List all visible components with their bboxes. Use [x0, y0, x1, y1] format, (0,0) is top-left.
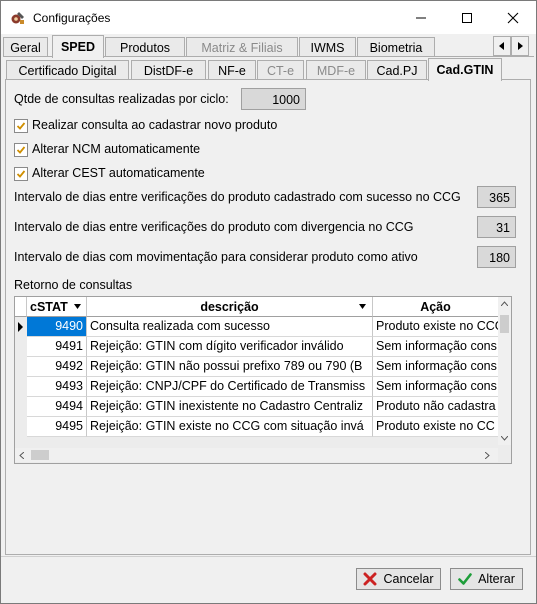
ok-button[interactable]: Alterar — [450, 568, 523, 590]
cell-acao[interactable]: Produto existe no CC — [373, 417, 499, 437]
arrow-right-icon — [518, 42, 523, 50]
window-title: Configurações — [33, 11, 111, 25]
column-header-acao[interactable]: Ação — [373, 297, 499, 317]
cell-acao[interactable]: Produto existe no CCG — [373, 317, 499, 337]
grid-vertical-scrollbar[interactable] — [498, 297, 511, 445]
maximize-button[interactable] — [444, 1, 490, 34]
scroll-down-icon — [501, 436, 508, 441]
current-row-arrow-icon — [18, 322, 23, 332]
row-indicator — [15, 317, 27, 337]
grid-horizontal-scrollbar[interactable] — [15, 448, 498, 462]
tab-distdfe[interactable]: DistDF-e — [131, 60, 206, 80]
interval-divergencia-input[interactable]: 31 — [477, 216, 516, 238]
tab-iwms[interactable]: IWMS — [299, 37, 356, 57]
sort-down-icon — [359, 304, 366, 309]
close-button[interactable] — [490, 1, 536, 34]
tab-cad-gtin[interactable]: Cad.GTIN — [428, 58, 502, 81]
checkmark-icon — [458, 573, 472, 585]
scroll-right-icon — [485, 452, 490, 459]
checkmark-icon — [16, 146, 26, 154]
cancel-button[interactable]: Cancelar — [356, 568, 441, 590]
checkbox-alterar-ncm-label[interactable]: Alterar NCM automaticamente — [32, 142, 200, 156]
maximize-icon — [462, 12, 472, 23]
sped-tab-strip: Certificado Digital DistDF-e NF-e CT-e M… — [1, 58, 536, 81]
tab-biometria[interactable]: Biometria — [357, 37, 435, 57]
tab-sped[interactable]: SPED — [52, 35, 104, 58]
configuracoes-window: Configurações Geral SPED Produtos Matriz… — [0, 0, 537, 604]
checkbox-alterar-ncm[interactable] — [14, 143, 28, 157]
tab-produtos[interactable]: Produtos — [105, 37, 185, 57]
sort-down-icon — [73, 304, 81, 309]
tab-mdfe: MDF-e — [306, 60, 366, 80]
cancel-x-icon — [363, 572, 377, 586]
interval-sucesso-input[interactable]: 365 — [477, 186, 516, 208]
cell-cstat[interactable]: 9494 — [27, 397, 87, 417]
cell-acao[interactable]: Produto não cadastra — [373, 397, 499, 417]
cell-acao[interactable]: Sem informação cons — [373, 357, 499, 377]
scroll-left-icon — [19, 452, 24, 459]
grid-corner — [15, 297, 27, 317]
interval-ativo-label: Intervalo de dias com movimentação para … — [14, 250, 418, 264]
grid-title: Retorno de consultas — [14, 278, 133, 292]
footer-divider — [1, 556, 536, 557]
interval-ativo-input[interactable]: 180 — [477, 246, 516, 268]
cell-acao[interactable]: Sem informação cons — [373, 337, 499, 357]
cell-cstat[interactable]: 9493 — [27, 377, 87, 397]
checkbox-consulta-novo-produto-label[interactable]: Realizar consulta ao cadastrar novo prod… — [32, 118, 277, 132]
interval-sucesso-label: Intervalo de dias entre verificações do … — [14, 190, 461, 204]
minimize-icon — [416, 17, 426, 18]
table-row[interactable]: 9495 Rejeição: GTIN existe no CCG com si… — [15, 417, 499, 437]
close-icon — [507, 12, 519, 23]
tab-nfe[interactable]: NF-e — [208, 60, 256, 80]
checkbox-consulta-novo-produto[interactable] — [14, 119, 28, 133]
cell-descricao[interactable]: Rejeição: GTIN inexistente no Cadastro C… — [87, 397, 373, 417]
horizontal-scroll-thumb[interactable] — [31, 450, 49, 460]
checkbox-alterar-cest-label[interactable]: Alterar CEST automaticamente — [32, 166, 205, 180]
tab-matriz-filiais: Matriz & Filiais — [186, 37, 298, 57]
cell-descricao[interactable]: Rejeição: GTIN com dígito verificador in… — [87, 337, 373, 357]
app-icon — [11, 12, 24, 24]
qtde-label: Qtde de consultas realizadas por ciclo: — [14, 92, 229, 106]
cell-cstat[interactable]: 9490 — [27, 317, 87, 337]
cell-cstat[interactable]: 9495 — [27, 417, 87, 437]
arrow-left-icon — [499, 42, 504, 50]
column-header-descricao[interactable]: descrição — [87, 297, 373, 317]
checkmark-icon — [16, 170, 26, 178]
tab-cad-pj[interactable]: Cad.PJ — [367, 60, 427, 80]
interval-divergencia-label: Intervalo de dias entre verificações do … — [14, 220, 414, 234]
retorno-consultas-grid: cSTAT descrição Ação 9490 Consulta reali… — [14, 296, 512, 464]
cell-descricao[interactable]: Rejeição: GTIN existe no CCG com situaçã… — [87, 417, 373, 437]
cell-descricao[interactable]: Rejeição: CNPJ/CPF do Certificado de Tra… — [87, 377, 373, 397]
scroll-up-icon — [501, 301, 508, 306]
tab-certificado-digital[interactable]: Certificado Digital — [6, 60, 129, 80]
tab-scroll-left-button[interactable] — [493, 36, 511, 56]
tab-cte: CT-e — [257, 60, 304, 80]
table-row[interactable]: 9491 Rejeição: GTIN com dígito verificad… — [15, 337, 499, 357]
main-tab-strip: Geral SPED Produtos Matriz & Filiais IWM… — [1, 35, 536, 58]
title-bar: Configurações — [1, 1, 536, 34]
cell-descricao[interactable]: Rejeição: GTIN não possui prefixo 789 ou… — [87, 357, 373, 377]
checkmark-icon — [16, 122, 26, 130]
vertical-scroll-thumb[interactable] — [500, 315, 509, 333]
table-row[interactable]: 9494 Rejeição: GTIN inexistente no Cadas… — [15, 397, 499, 417]
tab-scroll-right-button[interactable] — [511, 36, 529, 56]
table-row[interactable]: 9490 Consulta realizada com sucesso Prod… — [15, 317, 499, 337]
checkbox-alterar-cest[interactable] — [14, 167, 28, 181]
column-header-cstat[interactable]: cSTAT — [27, 297, 87, 317]
cell-cstat[interactable]: 9492 — [27, 357, 87, 377]
qtde-input[interactable]: 1000 — [241, 88, 306, 110]
table-row[interactable]: 9492 Rejeição: GTIN não possui prefixo 7… — [15, 357, 499, 377]
table-row[interactable]: 9493 Rejeição: CNPJ/CPF do Certificado d… — [15, 377, 499, 397]
cell-descricao[interactable]: Consulta realizada com sucesso — [87, 317, 373, 337]
cell-acao[interactable]: Sem informação cons — [373, 377, 499, 397]
cell-cstat[interactable]: 9491 — [27, 337, 87, 357]
tab-geral[interactable]: Geral — [3, 37, 48, 57]
minimize-button[interactable] — [398, 1, 444, 34]
